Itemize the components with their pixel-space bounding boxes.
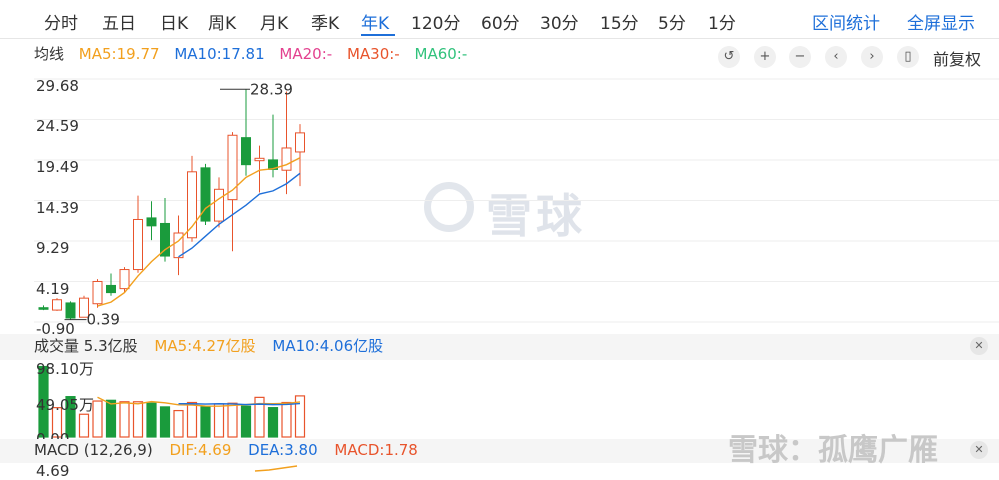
volume-bar [281,401,292,438]
volume-bar [92,400,103,438]
volume-tick-label: 98.10万 [36,360,94,378]
macd-legend: MACD (12,26,9) DIF:4.69 DEA:3.80 MACD:1.… [34,441,430,459]
volume-bar [227,402,238,438]
volume-tick-label: 49.05万 [36,396,94,414]
volume-bar [186,401,198,438]
volume-bar [78,413,90,438]
candle-body [92,280,103,305]
max-annotation-label: 28.39 [250,80,293,98]
volume-bar [119,401,130,438]
macd-axis-tick: 4.69 [36,462,70,480]
author-watermark: 雪球：孤鹰广雁 [728,433,938,468]
macd-label: MACD (12,26,9) [34,441,153,459]
candle-body [133,218,143,271]
volume-bar [132,401,144,438]
volume-bar [173,409,184,438]
candle-body [38,307,49,310]
candle-body [65,302,76,319]
candle-body [106,284,116,294]
min-annotation-label: 0.39 [87,311,120,329]
volume-bar [159,406,171,438]
volume-bar [240,405,252,438]
macd-dif-line [254,465,298,472]
volume-legend: 成交量 5.3亿股 MA5:4.27亿股 MA10:4.06亿股 [34,335,395,356]
candle-body [52,299,62,311]
candle-body [241,137,251,166]
candle-body [254,157,265,162]
candle-body [146,217,157,227]
macd-dif-value: DIF:4.69 [169,441,232,459]
candle-body [160,222,170,257]
volume-bar [146,402,157,438]
volume-ma10-value: MA10:4.06亿股 [272,337,384,355]
candle-body [187,171,197,239]
volume-bar [200,406,211,438]
macd-dea-value: DEA:3.80 [248,441,318,459]
volume-label: 成交量 5.3亿股 [34,337,138,355]
candle-body [119,269,130,290]
close-volume-icon[interactable]: ✕ [970,337,988,355]
close-macd-icon[interactable]: ✕ [970,441,988,459]
volume-ma5-value: MA5:4.27亿股 [154,337,256,355]
macd-value: MACD:1.78 [334,441,418,459]
volume-bar [105,399,117,438]
candle-body [214,188,224,222]
candle-body [295,132,305,153]
candle-body [281,147,292,171]
candlestick-chart[interactable]: 28.39 0.39 [0,0,999,474]
volume-bar [213,403,225,438]
volume-bar [267,407,279,438]
